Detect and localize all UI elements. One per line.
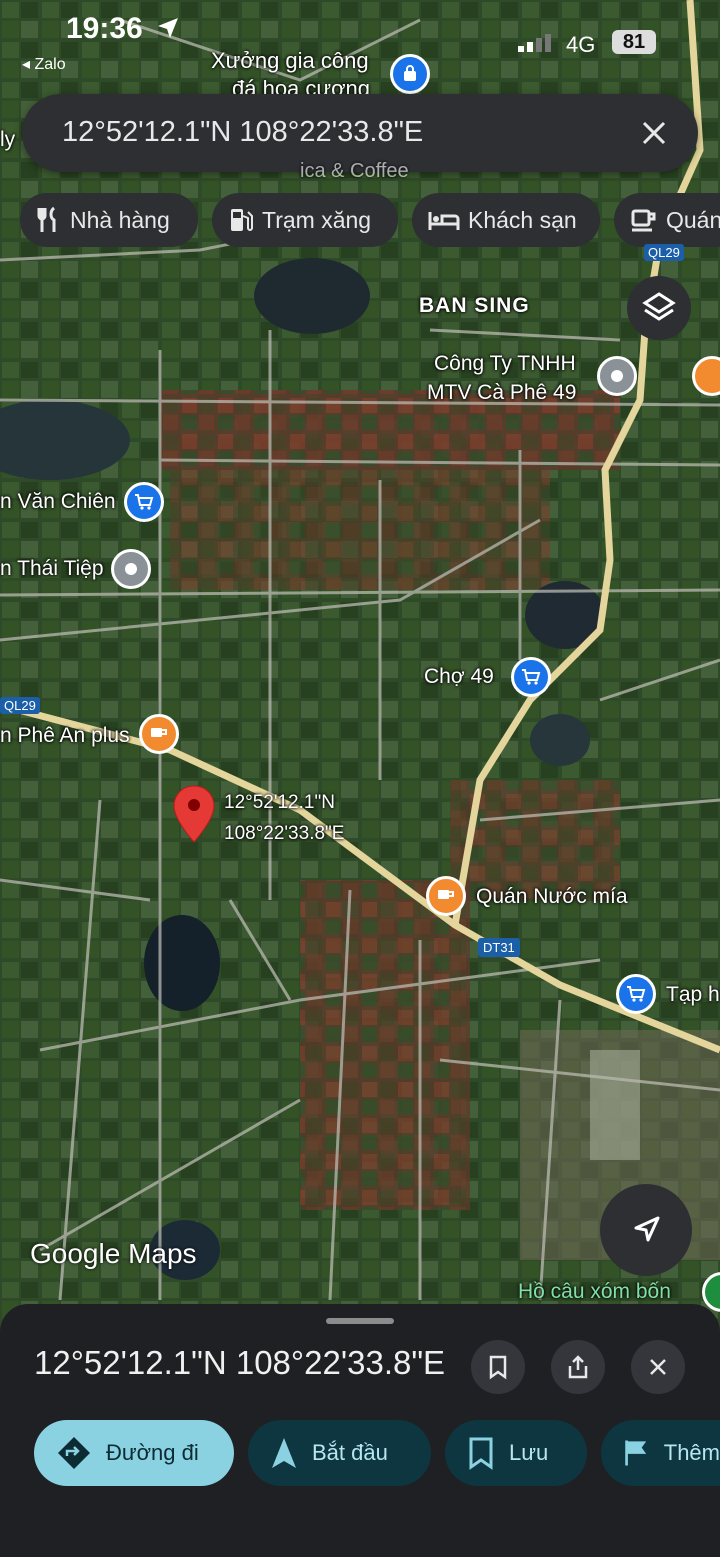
navigation-arrow-icon <box>272 1438 296 1468</box>
sheet-drag-handle[interactable] <box>326 1318 394 1324</box>
map-label-cho49: Chợ 49 <box>424 665 494 688</box>
battery-indicator: 81 <box>612 30 656 54</box>
save-button[interactable]: Lưu <box>445 1420 587 1486</box>
chip-label: Nhà hàng <box>70 206 170 233</box>
map-label-an-plus: n Phê An plus <box>0 724 130 747</box>
gas-station-icon <box>231 209 253 231</box>
chip-restaurants[interactable]: Nhà hàng <box>20 193 198 247</box>
dropped-pin-icon[interactable] <box>172 784 216 846</box>
start-button[interactable]: Bắt đầu <box>248 1420 431 1486</box>
save-bookmark-button[interactable] <box>471 1340 525 1394</box>
place-marker-icon[interactable] <box>111 549 151 589</box>
bookmark-icon <box>469 1437 493 1470</box>
shopping-cart-icon[interactable] <box>124 482 164 522</box>
map-label-nuoc-mia: Quán Nước mía <box>476 885 628 908</box>
place-bottom-sheet[interactable]: 12°52'12.1"N 108°22'33.8"E Đường đi Bắt … <box>0 1304 720 1557</box>
more-label: Thêm <box>663 1440 720 1465</box>
road-badge-dt31: DT31 <box>478 938 520 957</box>
search-input[interactable]: 12°52'12.1"N 108°22'33.8"E <box>62 116 423 149</box>
restaurant-icon <box>37 206 56 232</box>
google-maps-logo: Google Maps <box>30 1238 197 1269</box>
chip-label: Trạm xăng <box>262 206 372 233</box>
map-label-tap-hoa: Tạp h <box>666 983 720 1006</box>
layers-button[interactable] <box>627 276 691 340</box>
navigation-arrow-icon <box>634 1216 660 1242</box>
chip-cafes[interactable]: Quán <box>614 193 720 247</box>
close-sheet-button[interactable] <box>631 1340 685 1394</box>
bookmark-icon <box>489 1355 507 1380</box>
directions-button[interactable]: Đường đi <box>34 1420 234 1486</box>
road-badge-ql29: QL29 <box>0 697 40 714</box>
map-label-thai-tiep: n Thái Tiệp <box>0 557 104 580</box>
close-icon[interactable] <box>634 113 674 153</box>
place-title: 12°52'12.1"N 108°22'33.8"E <box>34 1344 446 1381</box>
map-label-ho-cau: Hồ câu xóm bốn <box>518 1280 671 1303</box>
chip-label: Khách sạn <box>468 206 577 233</box>
start-label: Bắt đầu <box>312 1440 388 1465</box>
cafe-marker-icon[interactable] <box>139 714 179 754</box>
save-label: Lưu <box>509 1440 549 1465</box>
hotel-icon <box>428 212 460 230</box>
cafe-marker-icon[interactable] <box>426 876 466 916</box>
network-type: 4G <box>566 32 596 57</box>
pin-label-lat: 12°52'12.1"N <box>224 792 335 813</box>
pin-label-lng: 108°22'33.8"E <box>224 823 345 844</box>
map-label-xuong: Xưởng gia công <box>211 48 369 73</box>
chip-hotels[interactable]: Khách sạn <box>412 193 600 247</box>
cell-signal-icon <box>518 34 551 52</box>
cafe-icon <box>631 209 656 232</box>
map-label-ban-sing: BAN SING <box>419 294 530 317</box>
flag-icon <box>625 1440 647 1466</box>
map-label-congty-2: MTV Cà Phê 49 <box>427 381 577 404</box>
chip-label: Quán <box>666 206 720 233</box>
place-marker-icon[interactable] <box>597 356 637 396</box>
clock: 19:36 <box>66 12 143 45</box>
shopping-cart-icon[interactable] <box>511 657 551 697</box>
directions-label: Đường đi <box>106 1440 199 1465</box>
road-badge-ql29: QL29 <box>644 244 684 261</box>
map-label-coffee: ica & Coffee <box>300 160 409 182</box>
map-label-van-chien: n Văn Chiên <box>0 490 116 513</box>
map-label-congty-1: Công Ty TNHH <box>434 352 576 375</box>
location-services-icon <box>158 18 178 38</box>
back-to-app-link[interactable]: ◂ Zalo <box>22 54 66 74</box>
more-button[interactable]: Thêm <box>601 1420 720 1486</box>
share-icon <box>568 1355 588 1379</box>
map-label-ly: ly <box>0 128 16 151</box>
back-app-label: Zalo <box>34 56 66 73</box>
chip-gas-stations[interactable]: Trạm xăng <box>212 193 398 247</box>
my-location-button[interactable] <box>600 1184 692 1276</box>
share-button[interactable] <box>551 1340 605 1394</box>
category-chips: Nhà hàng Trạm xăng Khách sạn Quán <box>20 193 720 249</box>
shopping-bag-icon[interactable] <box>390 54 430 94</box>
close-icon <box>650 1359 666 1375</box>
shopping-cart-icon[interactable] <box>616 974 656 1014</box>
layers-icon <box>642 292 676 321</box>
directions-icon <box>58 1437 90 1469</box>
